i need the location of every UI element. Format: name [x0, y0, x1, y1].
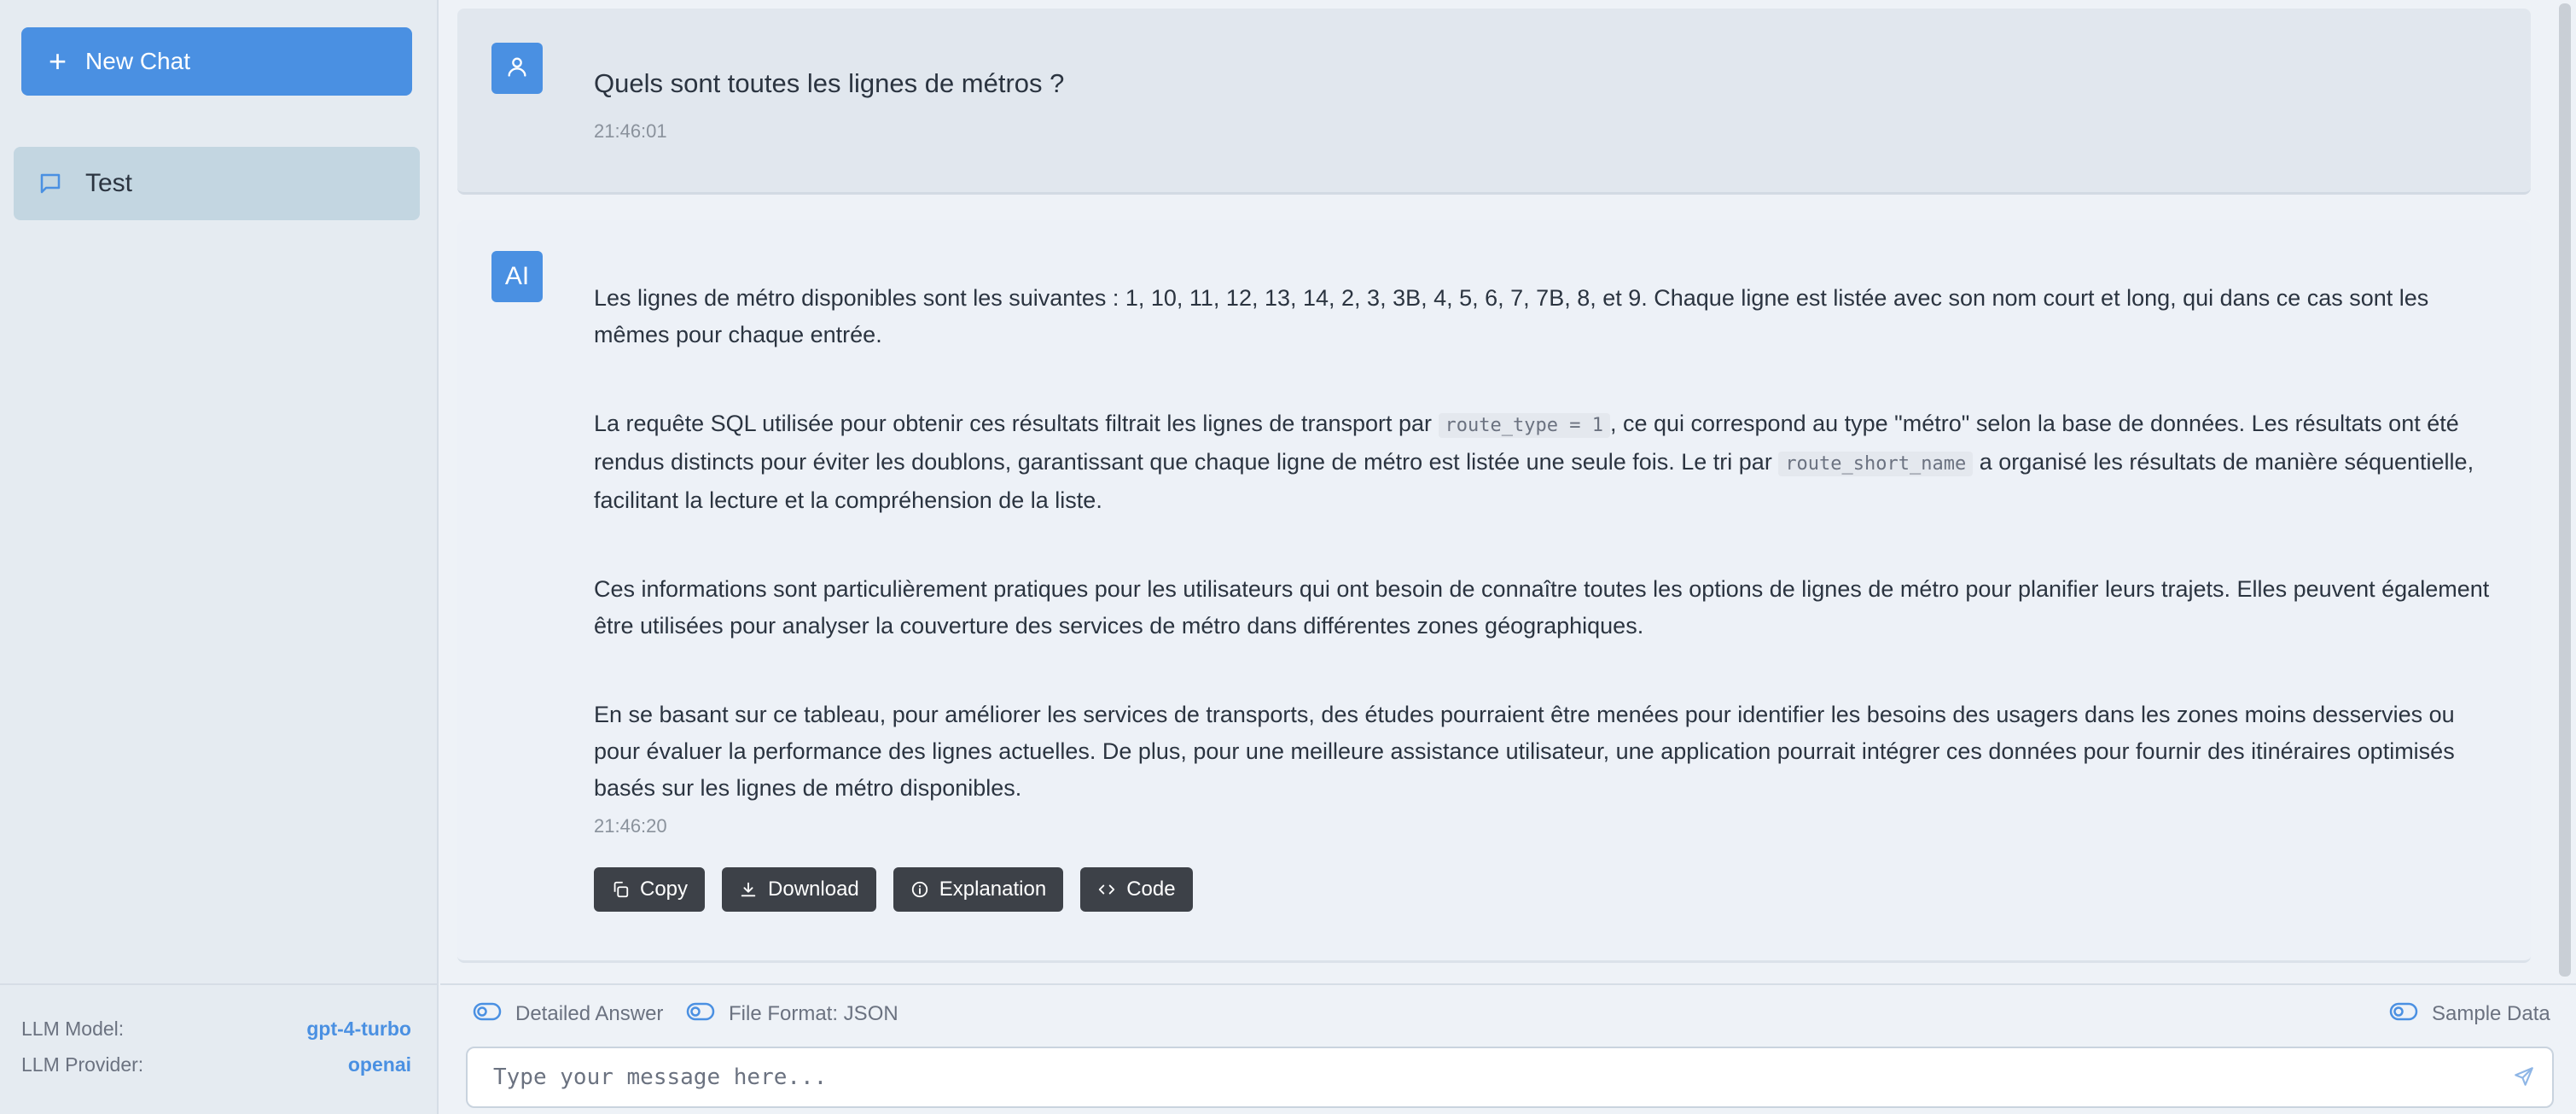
copy-icon [611, 880, 630, 899]
detailed-answer-toggle[interactable]: Detailed Answer [473, 997, 663, 1031]
chat-bubble-icon [38, 171, 63, 196]
toggle-icon [2389, 1002, 2418, 1027]
llm-model-row: LLM Model: gpt-4-turbo [21, 1011, 411, 1047]
code-label: Code [1126, 878, 1176, 901]
explanation-button[interactable]: Explanation [893, 867, 1064, 912]
download-button[interactable]: Download [722, 867, 876, 912]
detailed-answer-label: Detailed Answer [515, 1002, 664, 1025]
ai-message-timestamp: 21:46:20 [594, 815, 667, 837]
sample-data-toggle[interactable]: Sample Data [2389, 997, 2550, 1031]
conversation-area: Quels sont toutes les lignes de métros ?… [440, 0, 2552, 983]
chat-list-item-label: Test [85, 169, 133, 197]
chat-list-item-test[interactable]: Test [14, 147, 420, 220]
llm-info-panel: LLM Model: gpt-4-turbo LLM Provider: ope… [0, 983, 437, 1114]
copy-label: Copy [640, 878, 689, 901]
inline-code: route_type = 1 [1438, 413, 1610, 438]
ai-message-body: Les lignes de métro disponibles sont les… [594, 280, 2497, 807]
ai-paragraph: Les lignes de métro disponibles sont les… [594, 285, 2429, 347]
sample-data-label: Sample Data [2432, 1002, 2550, 1025]
download-icon [739, 880, 758, 899]
plus-icon: + [49, 44, 67, 79]
ai-avatar: AI [491, 251, 543, 302]
toggle-icon [686, 1002, 715, 1027]
code-button[interactable]: Code [1080, 867, 1193, 912]
ai-message: AI Les lignes de métro disponibles sont … [457, 220, 2531, 963]
explanation-label: Explanation [939, 878, 1047, 901]
send-icon [2513, 1065, 2535, 1092]
ai-paragraph-text: La requête SQL utilisée pour obtenir ces… [594, 411, 1439, 436]
message-input[interactable] [468, 1048, 2481, 1106]
info-icon [910, 880, 929, 899]
message-actions: Copy Download Explanation Code [594, 867, 1193, 912]
llm-model-value: gpt-4-turbo [306, 1017, 411, 1040]
copy-button[interactable]: Copy [594, 867, 706, 912]
file-format-toggle[interactable]: File Format: JSON [686, 997, 898, 1031]
scrollbar-thumb[interactable] [2559, 3, 2571, 977]
ai-paragraph: La requête SQL utilisée pour obtenir ces… [594, 405, 2497, 519]
user-icon [505, 55, 529, 83]
conversation-scrollbar[interactable] [2552, 0, 2576, 983]
new-chat-label: New Chat [85, 48, 190, 74]
new-chat-button[interactable]: + New Chat [21, 27, 412, 96]
user-message: Quels sont toutes les lignes de métros ?… [457, 9, 2531, 195]
llm-provider-label: LLM Provider: [21, 1053, 144, 1076]
user-message-timestamp: 21:46:01 [594, 120, 667, 142]
ai-paragraph: Ces informations sont particulièrement p… [594, 576, 2490, 639]
composer-bar: Detailed Answer File Format: JSON Sample… [440, 983, 2576, 1114]
ai-paragraph: En se basant sur ce tableau, pour amélio… [594, 702, 2455, 801]
llm-provider-row: LLM Provider: openai [21, 1047, 411, 1082]
file-format-label: File Format: JSON [729, 1002, 898, 1025]
code-icon [1097, 880, 1116, 899]
inline-code: route_short_name [1778, 452, 1974, 476]
llm-provider-value: openai [347, 1053, 411, 1076]
sidebar: + New Chat Test LLM Model: gpt-4-turbo L… [0, 0, 439, 1114]
send-button[interactable] [2511, 1065, 2537, 1091]
message-input-container [466, 1047, 2554, 1108]
download-label: Download [768, 878, 859, 901]
user-avatar [491, 43, 543, 94]
user-message-text: Quels sont toutes les lignes de métros ? [594, 68, 1065, 98]
llm-model-label: LLM Model: [21, 1017, 125, 1040]
toggle-icon [473, 1002, 502, 1027]
